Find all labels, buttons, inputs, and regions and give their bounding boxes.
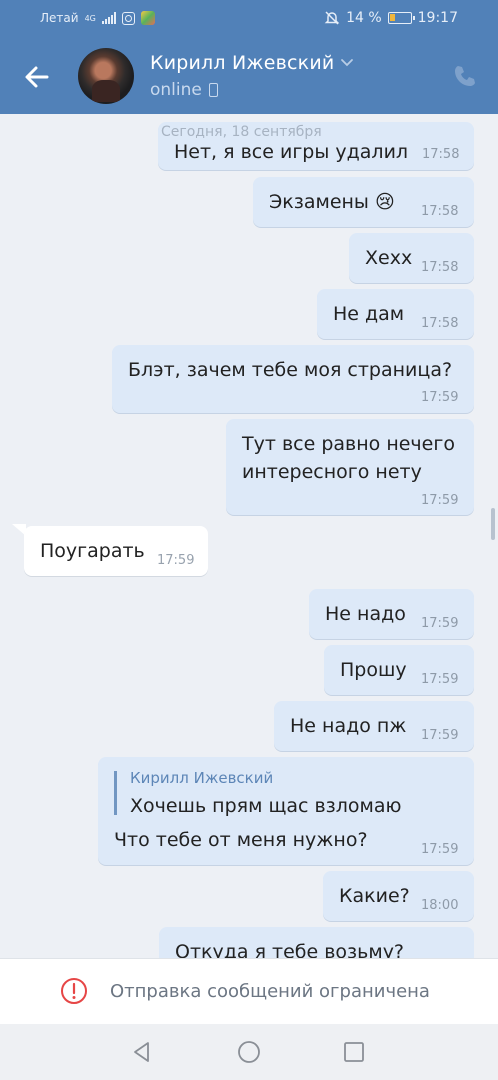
system-nav-bar	[0, 1024, 498, 1080]
chat-header: Кирилл Ижевский online	[0, 38, 498, 114]
message-time: 17:59	[421, 672, 459, 687]
clock: 19:17	[417, 10, 458, 26]
mute-bell-icon	[324, 11, 340, 25]
back-arrow-icon[interactable]	[22, 62, 52, 92]
message-time: 17:59	[421, 728, 459, 743]
message-bubble[interactable]: Откуда я тебе возьму?	[159, 927, 474, 958]
message-bubble[interactable]: Какие? 18:00	[323, 871, 474, 921]
message-bubble[interactable]: Поугарать 17:59	[24, 526, 208, 576]
back-triangle-icon[interactable]	[130, 1040, 154, 1064]
message-text: Не надо	[325, 603, 406, 625]
battery-icon	[387, 12, 415, 24]
message-text: Поугарать	[40, 540, 145, 562]
message-text-line2: интересного нету	[242, 461, 422, 483]
message-time: 17:59	[157, 553, 195, 568]
messaging-restricted-bar: Отправка сообщений ограничена	[0, 958, 498, 1024]
status-left: Летай 4G	[40, 11, 155, 25]
message-time: 17:58	[421, 316, 459, 331]
chevron-down-icon[interactable]	[340, 56, 354, 70]
message-time: 17:58	[421, 204, 459, 219]
signal-icon	[101, 12, 116, 24]
status-right: 14 % 19:17	[324, 10, 458, 26]
message-text: Хехх	[365, 247, 413, 269]
phone-call-icon[interactable]	[452, 63, 478, 89]
message-bubble[interactable]: Не надо пж 17:59	[274, 701, 474, 751]
message-time: 17:59	[421, 616, 459, 631]
message-bubble[interactable]: Прошу 17:59	[324, 645, 474, 695]
network-type: 4G	[84, 13, 96, 23]
message-time: 17:58	[422, 147, 460, 162]
contact-status: online	[150, 80, 202, 100]
carrier-label: Летай	[40, 11, 79, 25]
message-time: 17:59	[421, 390, 459, 405]
message-time: 17:59	[421, 493, 459, 508]
message-text: Нет, я все игры удалил	[174, 141, 409, 163]
message-text: Откуда я тебе возьму?	[175, 941, 405, 958]
message-time: 18:00	[421, 898, 459, 913]
message-text: Какие?	[339, 885, 410, 907]
contact-name[interactable]: Кирилл Ижевский	[150, 52, 334, 74]
message-list[interactable]: Нет, я все игры удалил 17:58 Сегодня, 18…	[0, 114, 498, 958]
message-bubble[interactable]: Блэт, зачем тебе моя страница? 17:59	[112, 345, 474, 413]
date-separator: Сегодня, 18 сентября	[161, 124, 322, 140]
reply-author[interactable]: Кирилл Ижевский	[130, 769, 273, 787]
message-bubble[interactable]: Экзамены 😢 17:58	[253, 177, 474, 227]
message-text: Не надо пж	[290, 715, 407, 737]
scrollbar-thumb[interactable]	[491, 508, 495, 540]
message-time: 17:58	[421, 260, 459, 275]
message-time: 17:59	[421, 842, 459, 857]
message-text: Блэт, зачем тебе моя страница?	[128, 359, 453, 381]
reply-quote-bar	[114, 771, 117, 815]
contact-avatar[interactable]	[78, 48, 134, 104]
mobile-device-icon	[209, 83, 218, 97]
message-text: Прошу	[340, 659, 407, 681]
message-text: Что тебе от меня нужно?	[114, 829, 368, 851]
message-bubble[interactable]: Не надо 17:59	[309, 589, 474, 639]
message-text: Не дам	[333, 303, 405, 325]
message-bubble[interactable]: Хехх 17:58	[349, 233, 474, 283]
instagram-icon	[121, 11, 135, 25]
app-notification-icon	[140, 11, 155, 25]
reply-message-bubble[interactable]: Кирилл Ижевский Хочешь прям щас взломаю …	[98, 757, 474, 865]
reply-quoted-text: Хочешь прям щас взломаю	[130, 795, 402, 817]
status-bar: Летай 4G 14 % 19:17	[0, 0, 498, 38]
message-text: Экзамены 😢	[269, 191, 395, 213]
alert-circle-icon	[61, 978, 87, 1004]
message-bubble[interactable]: Не дам 17:58	[317, 289, 474, 339]
message-text-line1: Тут все равно нечего	[242, 433, 455, 455]
home-circle-icon[interactable]	[237, 1040, 261, 1064]
message-bubble[interactable]: Тут все равно нечего интересного нету 17…	[226, 419, 474, 515]
restriction-text: Отправка сообщений ограничена	[110, 981, 430, 1002]
battery-percent: 14 %	[346, 10, 382, 26]
recent-square-icon[interactable]	[343, 1041, 365, 1063]
